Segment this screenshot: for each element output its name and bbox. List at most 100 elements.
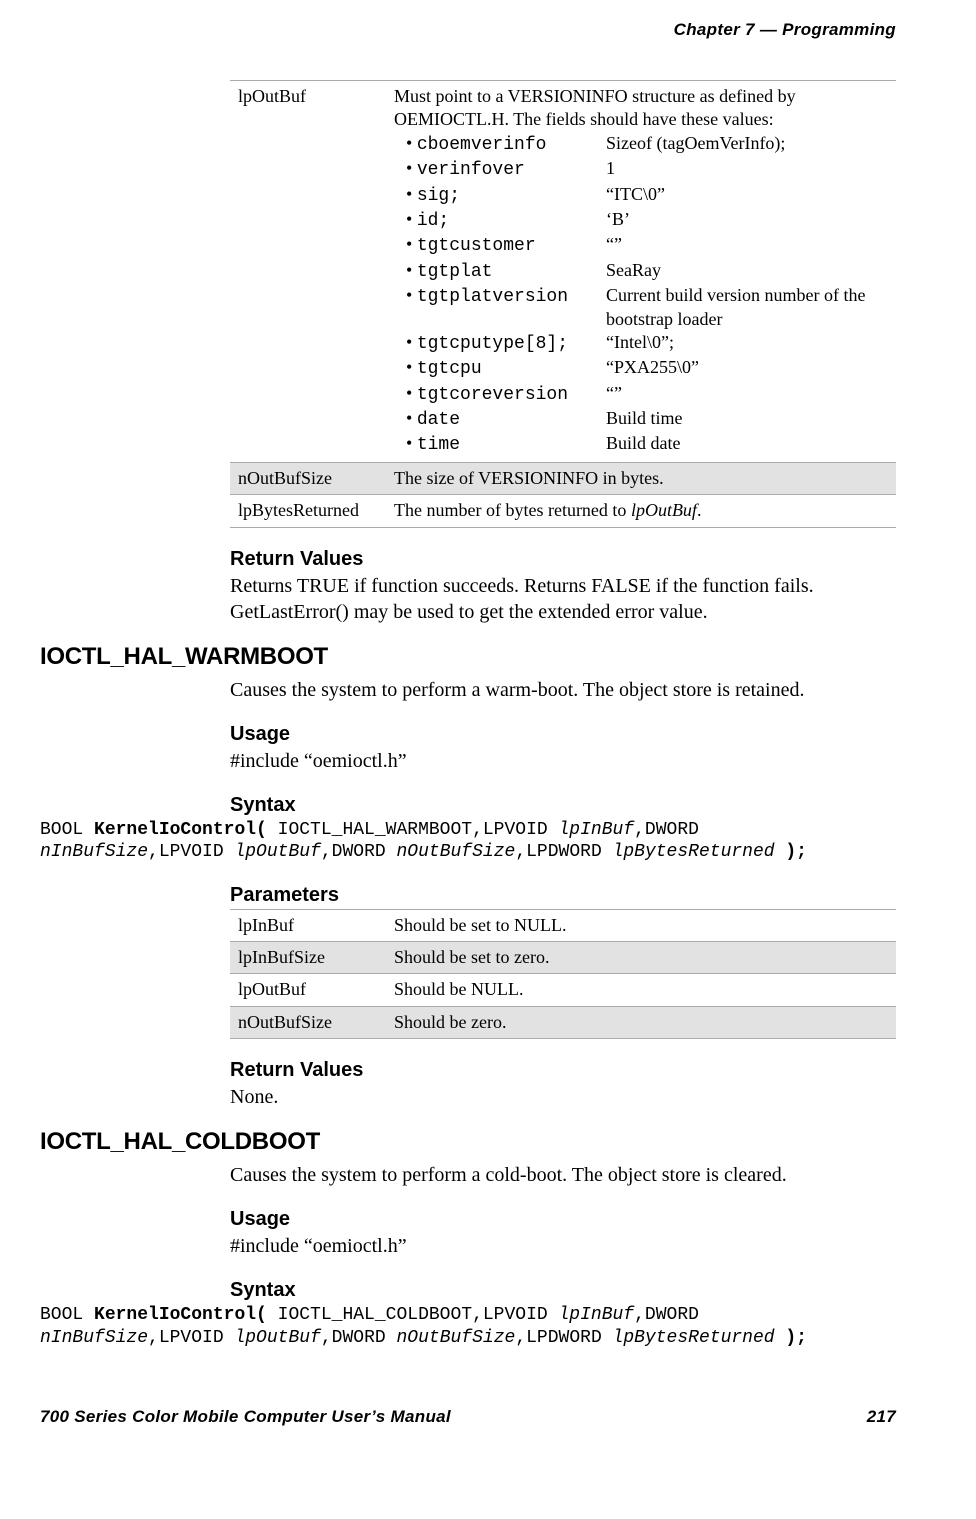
param-desc: Should be set to NULL. xyxy=(386,909,896,941)
param-name: nOutBufSize xyxy=(230,462,386,494)
code-tok: nOutBufSize xyxy=(397,1328,516,1348)
dash: — xyxy=(760,20,777,39)
code-tok: ,LPDWORD xyxy=(515,1328,612,1348)
field-val: SeaRay xyxy=(606,259,888,284)
usage-body: #include “oemioctl.h” xyxy=(230,748,896,774)
warmboot-block: Causes the system to perform a warm-boot… xyxy=(230,677,896,817)
page-footer: 700 Series Color Mobile Computer User’s … xyxy=(0,1389,976,1427)
code-tok: ,LPDWORD xyxy=(515,842,612,862)
footer-title: 700 Series Color Mobile Computer User’s … xyxy=(40,1407,451,1427)
param-desc: The size of VERSIONINFO in bytes. xyxy=(386,462,896,494)
param-desc: Must point to a VERSIONINFO structure as… xyxy=(386,81,896,463)
field-val: “Intel\0”; xyxy=(606,331,888,356)
code-tok: IOCTL_HAL_COLDBOOT,LPVOID xyxy=(267,1305,559,1325)
syntax-heading: Syntax xyxy=(230,794,896,817)
field-key: tgtcustomer xyxy=(406,233,606,258)
return-values-heading: Return Values xyxy=(230,1059,896,1082)
field-val: “PXA255\0” xyxy=(606,356,888,381)
versioninfo-table: lpOutBuf Must point to a VERSIONINFO str… xyxy=(230,80,896,528)
code-tok: ,DWORD xyxy=(321,1328,397,1348)
field-val: Build time xyxy=(606,407,888,432)
field-key: verinfover xyxy=(406,157,606,182)
parameters-heading: Parameters xyxy=(230,884,896,907)
field-val: 1 xyxy=(606,157,888,182)
field-key: sig; xyxy=(406,183,606,208)
code-tok: nOutBufSize xyxy=(397,842,516,862)
table-row: lpOutBuf Must point to a VERSIONINFO str… xyxy=(230,81,896,463)
field-val: Sizeof (tagOemVerInfo); xyxy=(606,132,888,157)
section-name: Programming xyxy=(782,20,896,39)
param-name: lpBytesReturned xyxy=(230,495,386,527)
code-tok: IOCTL_HAL_WARMBOOT,LPVOID xyxy=(267,820,559,840)
code-tok: KernelIoControl( xyxy=(94,1305,267,1325)
coldboot-syntax-code: BOOL KernelIoControl( IOCTL_HAL_COLDBOOT… xyxy=(40,1304,896,1349)
field-key: time xyxy=(406,432,606,457)
table-row: lpInBuf Should be set to NULL. xyxy=(230,909,896,941)
warmboot-syntax-code: BOOL KernelIoControl( IOCTL_HAL_WARMBOOT… xyxy=(40,819,896,864)
field-val: Build date xyxy=(606,432,888,457)
code-tok: ,LPVOID xyxy=(148,842,234,862)
coldboot-desc: Causes the system to perform a cold-boot… xyxy=(230,1162,896,1188)
code-tok: ,DWORD xyxy=(634,820,699,840)
code-tok: nInBufSize xyxy=(40,842,148,862)
chapter-number: 7 xyxy=(745,20,755,39)
code-tok: ); xyxy=(775,1328,807,1348)
code-tok: ,DWORD xyxy=(321,842,397,862)
param-desc: The number of bytes returned to lpOutBuf… xyxy=(386,495,896,527)
code-tok: lpOutBuf xyxy=(234,842,320,862)
param-name: lpOutBuf xyxy=(230,974,386,1006)
desc-part: . xyxy=(697,500,702,520)
warmboot-params-block: Parameters lpInBuf Should be set to NULL… xyxy=(230,884,896,1111)
field-key: tgtcoreversion xyxy=(406,382,606,407)
param-desc: Should be NULL. xyxy=(386,974,896,1006)
field-val: ‘B’ xyxy=(606,208,888,233)
table-row: lpBytesReturned The number of bytes retu… xyxy=(230,495,896,527)
field-key: tgtcputype[8]; xyxy=(406,331,606,356)
code-tok: ,DWORD xyxy=(634,1305,699,1325)
intro-text: Must point to a VERSIONINFO structure as… xyxy=(394,85,888,132)
param-desc: Should be zero. xyxy=(386,1006,896,1038)
warmboot-desc: Causes the system to perform a warm-boot… xyxy=(230,677,896,703)
usage-body: #include “oemioctl.h” xyxy=(230,1233,896,1259)
usage-heading: Usage xyxy=(230,1208,896,1231)
code-tok: ,LPVOID xyxy=(148,1328,234,1348)
warmboot-params-table: lpInBuf Should be set to NULL. lpInBufSi… xyxy=(230,909,896,1040)
field-key: id; xyxy=(406,208,606,233)
table-row: lpOutBuf Should be NULL. xyxy=(230,974,896,1006)
table1-wrap: lpOutBuf Must point to a VERSIONINFO str… xyxy=(230,80,896,625)
param-name: lpInBufSize xyxy=(230,942,386,974)
chapter-label: Chapter xyxy=(674,20,740,39)
code-tok: lpBytesReturned xyxy=(613,842,775,862)
usage-heading: Usage xyxy=(230,723,896,746)
coldboot-block: Causes the system to perform a cold-boot… xyxy=(230,1162,896,1302)
code-tok: lpOutBuf xyxy=(234,1328,320,1348)
field-val: “” xyxy=(606,382,888,407)
param-desc: Should be set to zero. xyxy=(386,942,896,974)
page-content: Chapter 7 — Programming lpOutBuf Must po… xyxy=(0,0,976,1389)
param-name: lpInBuf xyxy=(230,909,386,941)
code-tok: nInBufSize xyxy=(40,1328,148,1348)
running-header: Chapter 7 — Programming xyxy=(40,20,896,40)
param-name: lpOutBuf xyxy=(230,81,386,463)
field-key: cboemverinfo xyxy=(406,132,606,157)
code-tok: KernelIoControl( xyxy=(94,820,267,840)
fields-list: cboemverinfoSizeof (tagOemVerInfo); veri… xyxy=(406,132,888,458)
syntax-heading: Syntax xyxy=(230,1279,896,1302)
return-values-body: Returns TRUE if function succeeds. Retur… xyxy=(230,573,896,625)
desc-part: The number of bytes returned to xyxy=(394,500,631,520)
code-tok: lpInBuf xyxy=(559,820,635,840)
page-number: 217 xyxy=(867,1407,896,1427)
field-key: date xyxy=(406,407,606,432)
ioctl-hal-coldboot-heading: IOCTL_HAL_COLDBOOT xyxy=(40,1128,896,1156)
field-key: tgtcpu xyxy=(406,356,606,381)
field-key: tgtplatversion xyxy=(406,284,606,331)
code-tok: lpInBuf xyxy=(559,1305,635,1325)
param-name: nOutBufSize xyxy=(230,1006,386,1038)
table-row: nOutBufSize Should be zero. xyxy=(230,1006,896,1038)
field-val: Current build version number of the boot… xyxy=(606,284,888,331)
field-val: “ITC\0” xyxy=(606,183,888,208)
field-key: tgtplat xyxy=(406,259,606,284)
code-tok: BOOL xyxy=(40,820,94,840)
code-tok: BOOL xyxy=(40,1305,94,1325)
table-row: nOutBufSize The size of VERSIONINFO in b… xyxy=(230,462,896,494)
